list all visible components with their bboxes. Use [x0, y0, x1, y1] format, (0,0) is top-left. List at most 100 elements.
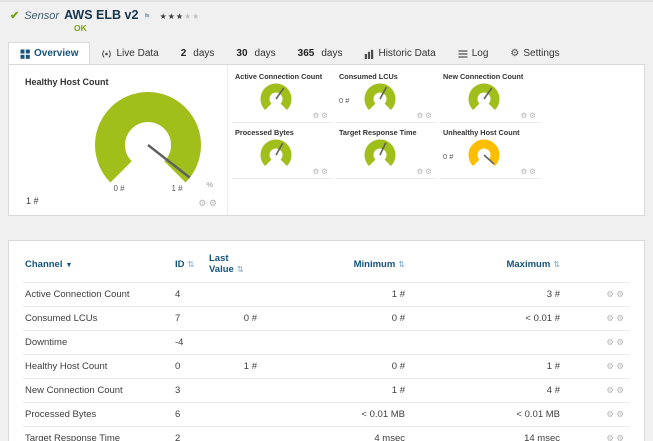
- col-channel[interactable]: Channel ▼: [23, 245, 173, 283]
- tab-live-data[interactable]: Live Data: [90, 43, 169, 64]
- small-gauge-cell[interactable]: Unhealthy Host Count 0 # ⚙ ⚙: [440, 123, 540, 179]
- tab-overview[interactable]: Overview: [8, 42, 91, 64]
- tab-365-days[interactable]: 365 days: [287, 43, 354, 64]
- tab-label-number: 365: [297, 48, 315, 59]
- tab-label-number: 2: [180, 48, 187, 59]
- row-quick-actions-icons[interactable]: ⚙ ⚙: [606, 289, 624, 299]
- channels-table: Channel ▼ ID ⇅ Last Value ⇅ Minimum ⇅ Maximu…: [23, 245, 630, 441]
- quick-actions-icons[interactable]: ⚙ ⚙: [520, 167, 536, 176]
- channel-row[interactable]: Downtime -4 ⚙ ⚙: [23, 330, 630, 355]
- channel-row[interactable]: New Connection Count 3 1 # 4 # ⚙ ⚙: [23, 378, 630, 403]
- tab-historic-data[interactable]: Historic Data: [353, 43, 446, 64]
- tab-2-days[interactable]: 2 days: [170, 43, 226, 64]
- col-id[interactable]: ID ⇅: [173, 245, 207, 283]
- row-quick-actions-icons[interactable]: ⚙ ⚙: [606, 337, 624, 347]
- tab-label: Overview: [34, 48, 79, 59]
- tab-label: Live Data: [116, 48, 159, 59]
- cell-minimum: < 0.01 MB: [259, 402, 407, 427]
- cell-last-value: [207, 402, 259, 427]
- live-data-icon: [101, 49, 112, 59]
- cell-channel: Target Response Time: [23, 426, 173, 441]
- cell-maximum: 3 #: [407, 282, 562, 307]
- tab-label: Log: [471, 48, 489, 59]
- cell-channel: Consumed LCUs: [23, 306, 173, 331]
- cell-minimum: [259, 330, 407, 355]
- col-last-value[interactable]: Last Value ⇅: [207, 245, 259, 283]
- cell-id: 6: [173, 402, 207, 427]
- historic-data-icon: [364, 49, 374, 59]
- channel-row[interactable]: Active Connection Count 4 1 # 3 # ⚙ ⚙: [23, 282, 630, 307]
- cell-minimum: 1 #: [259, 378, 407, 403]
- row-quick-actions-icons[interactable]: ⚙ ⚙: [606, 433, 624, 441]
- healthy-host-count-gauge[interactable]: 0 # 1 #: [73, 85, 223, 197]
- tab-bar: Overview Live Data 2 days 30 days 365 days …: [8, 40, 653, 64]
- tab-label-word: days: [321, 48, 343, 59]
- overview-icon: [20, 49, 30, 59]
- row-quick-actions-icons[interactable]: ⚙ ⚙: [606, 313, 624, 323]
- cell-id: 2: [173, 426, 207, 441]
- tab-log[interactable]: Log: [447, 43, 500, 64]
- cell-minimum: 1 #: [259, 282, 407, 307]
- priority-stars[interactable]: ★★★★★: [160, 12, 201, 21]
- gauge-arc: [95, 92, 201, 183]
- quick-actions-icons[interactable]: ⚙ ⚙: [312, 111, 328, 120]
- small-gauge-cell[interactable]: Processed Bytes ⚙ ⚙: [232, 123, 332, 179]
- status-check-icon: ✔: [10, 10, 20, 22]
- small-gauge-value: 0 #: [443, 151, 454, 161]
- settings-icon: ⚙: [510, 47, 520, 59]
- cell-channel: Healthy Host Count: [23, 354, 173, 379]
- tab-settings[interactable]: ⚙ Settings: [499, 43, 570, 64]
- cell-id: 3: [173, 378, 207, 403]
- cell-last-value: [207, 282, 259, 307]
- sensor-title: AWS ELB v2: [64, 8, 139, 22]
- table-body: Active Connection Count 4 1 # 3 # ⚙ ⚙ Co…: [23, 282, 630, 441]
- sensor-header: ✔ Sensor AWS ELB v2 ⚑ ★★★★★ OK: [0, 2, 653, 33]
- row-quick-actions-icons[interactable]: ⚙ ⚙: [606, 385, 624, 395]
- small-gauge-cell[interactable]: Consumed LCUs 0 # ⚙ ⚙: [336, 67, 436, 123]
- cell-last-value: [207, 378, 259, 403]
- gauges-panel: Healthy Host Count 0 # 1 # % 1 # ⚙ ⚙ Act…: [8, 64, 645, 216]
- col-actions: [562, 245, 630, 283]
- small-gauge-title: Processed Bytes: [235, 128, 294, 137]
- small-gauge-cell[interactable]: New Connection Count ⚙ ⚙: [440, 67, 540, 123]
- tab-label-number: 30: [236, 48, 248, 59]
- sensor-page: ✔ Sensor AWS ELB v2 ⚑ ★★★★★ OK Overview …: [0, 0, 653, 441]
- quick-actions-icons[interactable]: ⚙ ⚙: [416, 167, 432, 176]
- stars-empty: ★★: [184, 12, 201, 21]
- cell-id: 4: [173, 282, 207, 307]
- channel-row[interactable]: Consumed LCUs 7 0 # 0 # < 0.01 # ⚙ ⚙: [23, 306, 630, 331]
- small-gauge: [364, 139, 396, 166]
- sort-icon: ⇅: [187, 259, 195, 269]
- cell-maximum: 4 #: [407, 378, 562, 403]
- cell-maximum: < 0.01 #: [407, 306, 562, 331]
- col-minimum[interactable]: Minimum ⇅: [259, 245, 407, 283]
- quick-actions-icons[interactable]: ⚙ ⚙: [312, 167, 328, 176]
- quick-actions-icons[interactable]: ⚙ ⚙: [198, 198, 217, 209]
- gauge-scale-min: 0 #: [113, 184, 125, 193]
- col-maximum[interactable]: Maximum ⇅: [407, 245, 562, 283]
- row-quick-actions-icons[interactable]: ⚙ ⚙: [606, 409, 624, 419]
- small-gauges-grid: Active Connection Count ⚙ ⚙ Consumed LCU…: [228, 65, 644, 215]
- small-gauge-cell[interactable]: Active Connection Count ⚙ ⚙: [232, 67, 332, 123]
- tab-label: Settings: [523, 48, 560, 59]
- cell-id: -4: [173, 330, 207, 355]
- main-gauge-panel: Healthy Host Count 0 # 1 # % 1 # ⚙ ⚙: [9, 65, 228, 215]
- small-gauge: [468, 83, 500, 110]
- tab-30-days[interactable]: 30 days: [225, 43, 286, 64]
- channel-row[interactable]: Healthy Host Count 0 1 # 0 # 1 # ⚙ ⚙: [23, 354, 630, 379]
- channel-row[interactable]: Target Response Time 2 4 msec 14 msec ⚙ …: [23, 426, 630, 441]
- priority-flag-icon: ⚑: [143, 12, 151, 21]
- quick-actions-icons[interactable]: ⚙ ⚙: [416, 111, 432, 120]
- gauge-arc: [260, 83, 292, 110]
- small-gauge: [260, 139, 292, 166]
- small-gauge-cell[interactable]: Target Response Time ⚙ ⚙: [336, 123, 436, 179]
- cell-minimum: 4 msec: [259, 426, 407, 441]
- quick-actions-icons[interactable]: ⚙ ⚙: [520, 111, 536, 120]
- row-quick-actions-icons[interactable]: ⚙ ⚙: [606, 361, 624, 371]
- small-gauge-title: Active Connection Count: [235, 72, 323, 81]
- sort-icon: ⇅: [398, 259, 405, 269]
- small-gauge: [468, 139, 500, 166]
- cell-minimum: 0 #: [259, 354, 407, 379]
- channel-row[interactable]: Processed Bytes 6 < 0.01 MB < 0.01 MB ⚙ …: [23, 402, 630, 427]
- cell-channel: Active Connection Count: [23, 282, 173, 307]
